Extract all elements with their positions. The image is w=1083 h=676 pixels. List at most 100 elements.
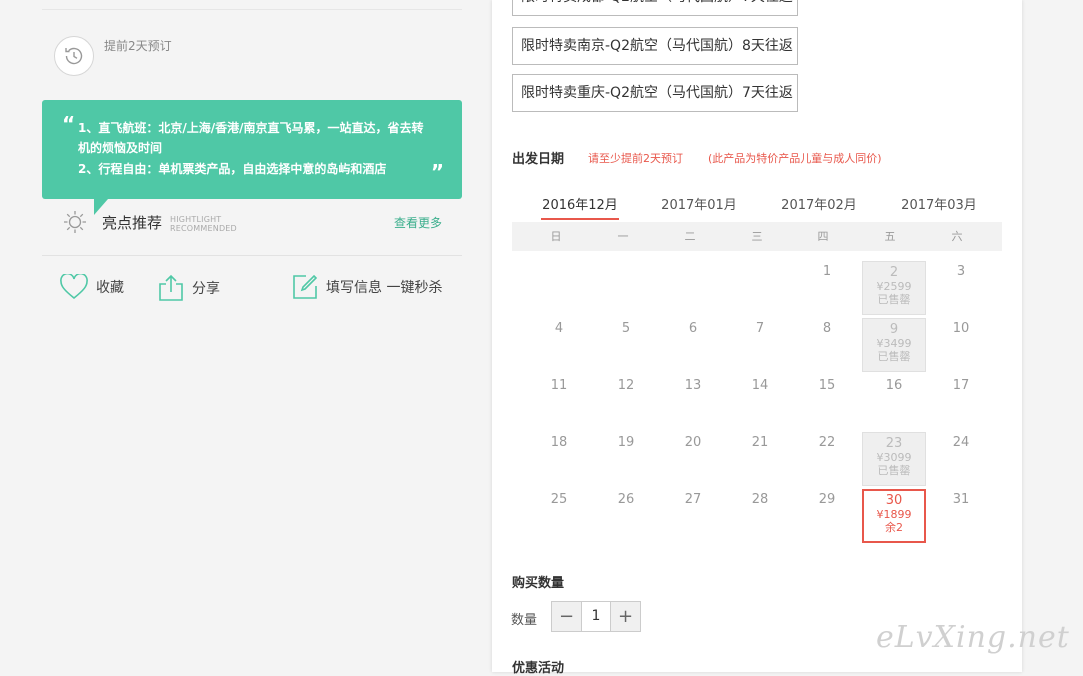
quantity-title: 购买数量 bbox=[512, 576, 565, 591]
day-number: 25 bbox=[550, 492, 568, 507]
increment-button[interactable]: + bbox=[611, 602, 640, 631]
calendar-day-29: 29 bbox=[795, 489, 859, 543]
day-number: 7 bbox=[755, 321, 765, 336]
fill-info-button[interactable]: 填写信息 一键秒杀 bbox=[292, 274, 442, 300]
favorite-button[interactable]: 收藏 bbox=[60, 274, 124, 300]
quantity-input[interactable]: 1 bbox=[581, 602, 611, 631]
fill-info-label: 填写信息 一键秒杀 bbox=[326, 280, 443, 296]
day-number: 6 bbox=[688, 321, 698, 336]
weekday-wed: 三 bbox=[751, 230, 763, 243]
day-number: 13 bbox=[684, 378, 702, 393]
calendar-day-24: 24 bbox=[929, 432, 993, 486]
calendar-day-30[interactable]: 30 ¥1899 余2 bbox=[862, 489, 926, 543]
day-number: 18 bbox=[550, 435, 568, 450]
day-number: 23 bbox=[885, 436, 903, 451]
highlight-title: 亮点推荐 bbox=[102, 214, 163, 232]
highlight-en-line-2: RECOMMENDED bbox=[170, 224, 237, 233]
weekday-mon: 一 bbox=[617, 230, 629, 243]
calendar-day-1: 1 bbox=[795, 261, 859, 315]
day-number: 22 bbox=[818, 435, 836, 450]
calendar-day-20: 20 bbox=[661, 432, 725, 486]
day-number: 27 bbox=[684, 492, 702, 507]
view-more-link[interactable]: 查看更多 bbox=[394, 214, 442, 231]
day-number: 17 bbox=[952, 378, 970, 393]
calendar-day-16: 16 bbox=[862, 375, 926, 429]
route-option-nanjing[interactable]: 限时特卖南京-Q2航空（马代国航）8天往返 bbox=[512, 27, 798, 65]
top-divider bbox=[42, 9, 462, 10]
calendar-day-9: 9 ¥3499 已售罄 bbox=[862, 318, 926, 372]
weekday-sun: 日 bbox=[550, 230, 562, 243]
day-number: 12 bbox=[617, 378, 635, 393]
booking-panel: 限时特卖成都-Q2航空（马代国航）7天往返 限时特卖南京-Q2航空（马代国航）8… bbox=[492, 0, 1022, 676]
calendar-day-4: 4 bbox=[527, 318, 591, 372]
weekday-header: 日 一 二 三 四 五 六 bbox=[512, 222, 1002, 251]
active-month-underline bbox=[541, 218, 619, 220]
quote-open-mark: “ bbox=[62, 112, 76, 136]
month-tab-2017-03[interactable]: 2017年03月 bbox=[899, 194, 979, 213]
calendar-day-8: 8 bbox=[795, 318, 859, 372]
quote-line-1: 1、直飞航班：北京/上海/香港/南京直飞马累，一站直达，省去转机的烦恼及时间 bbox=[78, 121, 424, 155]
day-number: 29 bbox=[818, 492, 836, 507]
day-stock: 已售罄 bbox=[877, 293, 911, 306]
quantity-label: 数量 bbox=[511, 613, 538, 628]
calendar-day-18: 18 bbox=[527, 432, 591, 486]
departure-date-title: 出发日期 bbox=[512, 152, 565, 167]
quote-close-mark: ” bbox=[430, 160, 444, 184]
month-tab-2017-02[interactable]: 2017年02月 bbox=[779, 194, 859, 213]
share-label: 分享 bbox=[192, 281, 220, 297]
heart-icon bbox=[60, 274, 88, 300]
calendar-day-19: 19 bbox=[594, 432, 658, 486]
share-icon bbox=[159, 274, 183, 301]
day-price: ¥3099 bbox=[876, 451, 912, 464]
advance-booking-text: 提前2天预订 bbox=[104, 39, 172, 53]
day-number: 14 bbox=[751, 378, 769, 393]
highlight-en-line-1: HIGHTLIGHT bbox=[170, 215, 222, 224]
share-button[interactable]: 分享 bbox=[158, 274, 220, 302]
day-number: 26 bbox=[617, 492, 635, 507]
calendar-day-7: 7 bbox=[728, 318, 792, 372]
day-number: 11 bbox=[550, 378, 568, 393]
calendar-day-26: 26 bbox=[594, 489, 658, 543]
calendar-day-31: 31 bbox=[929, 489, 993, 543]
month-tab-2016-12[interactable]: 2016年12月 bbox=[540, 194, 620, 213]
day-number: 24 bbox=[952, 435, 970, 450]
day-number: 30 bbox=[885, 493, 903, 508]
calendar-day-11: 11 bbox=[527, 375, 591, 429]
month-tab-2017-01[interactable]: 2017年01月 bbox=[659, 194, 739, 213]
calendar-day-3: 3 bbox=[929, 261, 993, 315]
day-number: 31 bbox=[952, 492, 970, 507]
day-number: 15 bbox=[818, 378, 836, 393]
weekday-tue: 二 bbox=[684, 230, 696, 243]
weekday-fri: 五 bbox=[884, 230, 896, 243]
decrement-button[interactable]: − bbox=[552, 602, 581, 631]
calendar-day-27: 27 bbox=[661, 489, 725, 543]
day-number: 3 bbox=[956, 264, 966, 279]
calendar-day-25: 25 bbox=[527, 489, 591, 543]
day-number: 19 bbox=[617, 435, 635, 450]
calendar-day-22: 22 bbox=[795, 432, 859, 486]
calendar-day-17: 17 bbox=[929, 375, 993, 429]
calendar-day-10: 10 bbox=[929, 318, 993, 372]
calendar-day-21: 21 bbox=[728, 432, 792, 486]
favorite-label: 收藏 bbox=[96, 280, 124, 296]
highlight-en-label: HIGHTLIGHT RECOMMENDED bbox=[170, 215, 237, 233]
route-option-chongqing[interactable]: 限时特卖重庆-Q2航空（马代国航）7天往返 bbox=[512, 74, 798, 112]
day-price: ¥2599 bbox=[876, 280, 912, 293]
weekday-sat: 六 bbox=[951, 230, 963, 243]
day-number: 16 bbox=[885, 378, 903, 393]
day-stock: 已售罄 bbox=[877, 350, 911, 363]
day-price: ¥3499 bbox=[876, 337, 912, 350]
route-option-chengdu[interactable]: 限时特卖成都-Q2航空（马代国航）7天往返 bbox=[512, 0, 798, 16]
clock-history-icon bbox=[54, 36, 94, 76]
weekday-thu: 四 bbox=[817, 230, 829, 243]
day-number: 5 bbox=[621, 321, 631, 336]
day-stock: 余2 bbox=[885, 521, 903, 534]
edit-icon bbox=[293, 274, 318, 299]
day-price: ¥1899 bbox=[876, 508, 912, 521]
day-number: 4 bbox=[554, 321, 564, 336]
quote-line-2: 2、行程自由：单机票类产品，自由选择中意的岛屿和酒店 bbox=[78, 162, 387, 176]
highlight-quote-box: “ 1、直飞航班：北京/上海/香港/南京直飞马累，一站直达，省去转机的烦恼及时间… bbox=[42, 100, 462, 215]
day-stock: 已售罄 bbox=[877, 464, 911, 477]
calendar-day-28: 28 bbox=[728, 489, 792, 543]
day-number: 21 bbox=[751, 435, 769, 450]
